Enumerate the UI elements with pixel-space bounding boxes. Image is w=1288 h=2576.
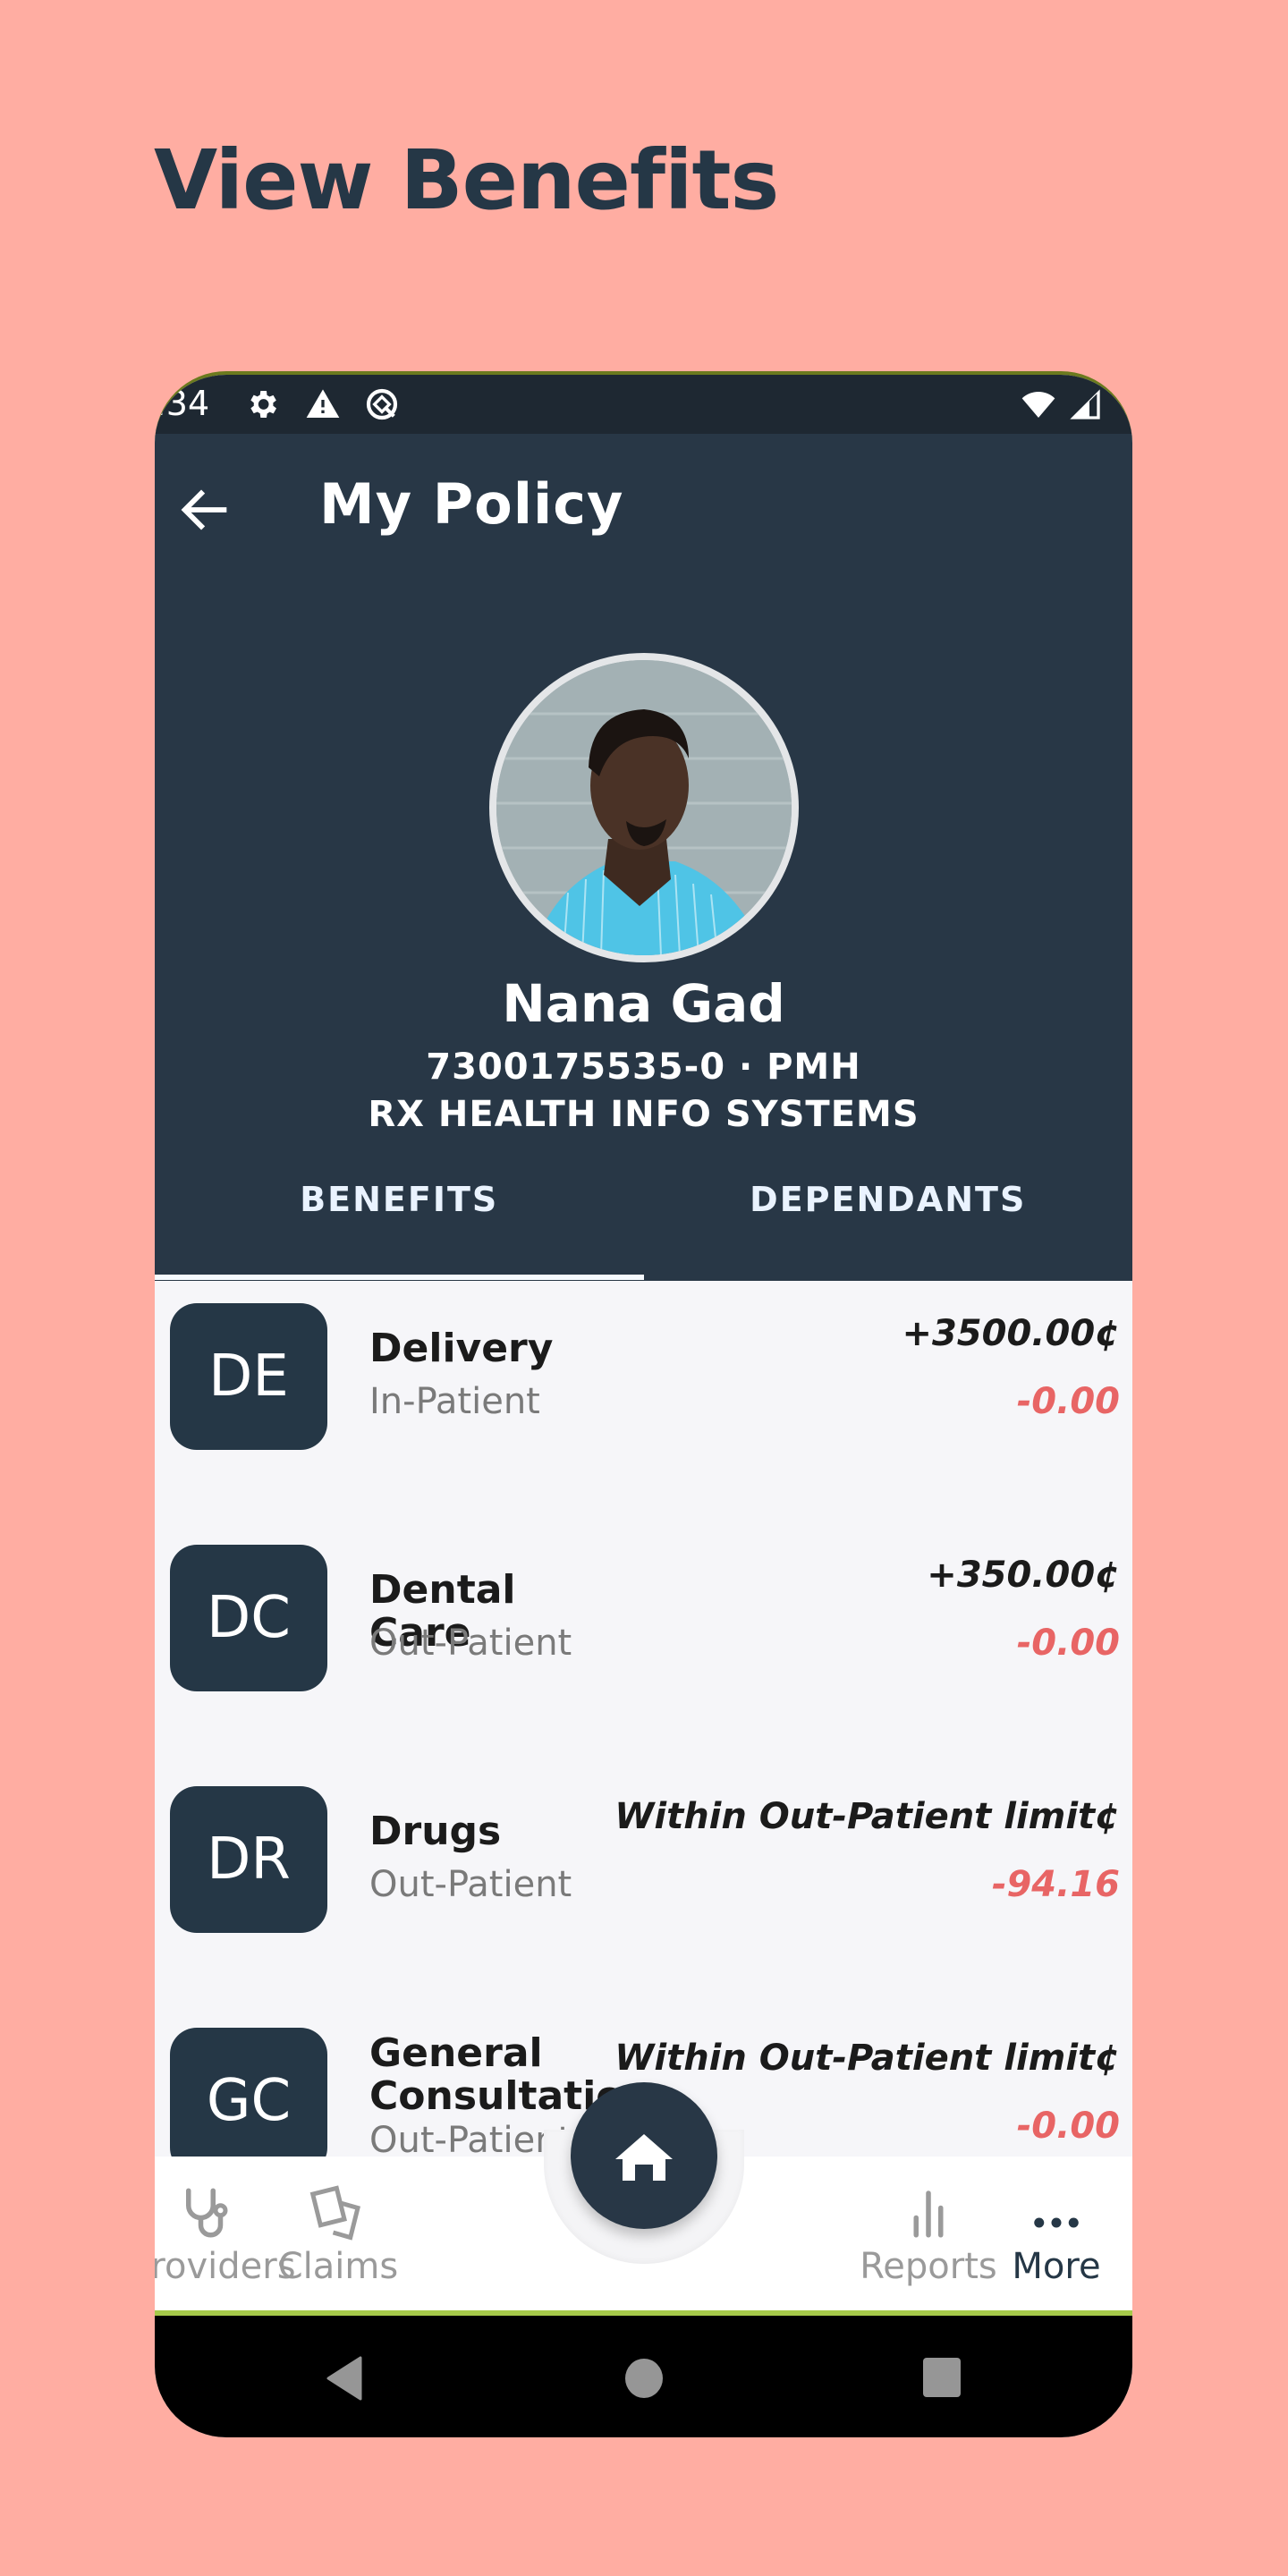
arrow-left-icon[interactable]	[174, 479, 237, 541]
stethoscope-icon	[186, 2188, 228, 2238]
nav-label: Claims	[277, 2246, 399, 2287]
benefit-initials-badge: DE	[170, 1303, 327, 1450]
recents-square-icon[interactable]	[921, 2356, 962, 2401]
tab-dependants[interactable]: DEPENDANTS	[644, 1164, 1133, 1280]
back-triangle-icon[interactable]	[325, 2356, 364, 2401]
bottom-navigation: Providers Claims Reports	[155, 2082, 1132, 2310]
benefit-used-amount: -0.00	[1016, 2106, 1120, 2147]
benefit-type: Out-Patient	[369, 1864, 572, 1905]
active-tab-indicator	[155, 1275, 644, 1280]
phone-frame: :34 My Policy Nana Gad 7300175535-0 · PM…	[155, 371, 1132, 2437]
benefit-initials-badge: DR	[170, 1786, 327, 1933]
status-bar: :34	[155, 375, 1132, 434]
data-saver-icon	[366, 388, 398, 420]
benefit-item-dental-care[interactable]: DC Dental Care Out-Patient +350.00¢ -0.0…	[155, 1522, 1132, 1764]
nav-more[interactable]: More	[980, 2183, 1132, 2287]
benefit-name: Drugs	[369, 1809, 502, 1854]
benefit-limit: +350.00¢	[927, 1555, 1120, 1596]
policy-number: 7300175535-0 · PMH	[426, 1046, 861, 1088]
benefit-name: Delivery	[369, 1326, 554, 1371]
wifi-icon	[1021, 392, 1055, 418]
benefit-used-amount: -0.00	[1016, 1381, 1120, 1422]
home-circle-icon[interactable]	[623, 2356, 665, 2401]
appbar-title: My Policy	[319, 471, 624, 537]
more-dots-icon	[1034, 2217, 1079, 2228]
benefit-used-amount: -0.00	[1016, 1623, 1120, 1664]
nav-claims[interactable]: Claims	[262, 2183, 414, 2287]
benefit-type: In-Patient	[369, 1381, 540, 1422]
documents-icon	[309, 2185, 360, 2241]
status-time: :34	[155, 384, 210, 423]
profile-photo	[496, 660, 792, 955]
tab-benefits[interactable]: BENEFITS	[155, 1164, 644, 1280]
benefit-item-drugs[interactable]: DR Drugs Out-Patient Within Out-Patient …	[155, 1764, 1132, 2005]
warning-icon	[306, 389, 340, 418]
benefit-name: General Consultation	[369, 2030, 651, 2119]
home-button[interactable]	[571, 2082, 717, 2229]
policy-header: My Policy Nana Gad 7300175535-0 · PMH RX…	[155, 434, 1132, 1281]
settings-icon	[250, 391, 276, 418]
page-title: View Benefits	[154, 132, 779, 228]
benefit-limit: Within Out-Patient limit¢	[614, 1796, 1120, 1837]
benefit-used-amount: -94.16	[991, 1864, 1120, 1905]
benefit-item-delivery[interactable]: DE Delivery In-Patient +3500.00¢ -0.00	[155, 1281, 1132, 1522]
profile-name: Nana Gad	[502, 973, 785, 1034]
benefit-type: Out-Patient	[369, 2120, 572, 2161]
benefit-limit: +3500.00¢	[902, 1313, 1120, 1354]
benefit-type: Out-Patient	[369, 1623, 572, 1664]
benefits-list: DE Delivery In-Patient +3500.00¢ -0.00 D…	[155, 1281, 1132, 2175]
signal-icon	[1070, 389, 1100, 419]
benefit-initials-badge: DC	[170, 1545, 327, 1691]
nav-label: More	[1012, 2246, 1101, 2287]
company-name: RX HEALTH INFO SYSTEMS	[368, 1094, 919, 1135]
bar-chart-icon	[913, 2190, 944, 2238]
benefit-initials-badge: GC	[170, 2028, 327, 2174]
avatar	[489, 653, 799, 962]
benefit-limit: Within Out-Patient limit¢	[614, 2038, 1120, 2079]
home-icon	[615, 2134, 673, 2181]
system-navigation-bar	[155, 2316, 1132, 2437]
